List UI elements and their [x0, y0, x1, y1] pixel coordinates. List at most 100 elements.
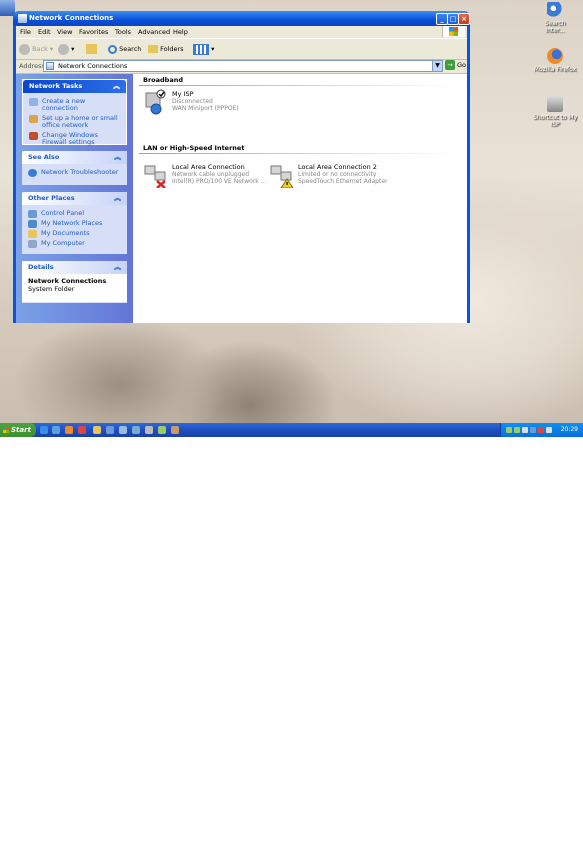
group-lan-title: LAN or High-Speed Internet: [143, 144, 245, 152]
broadband-connection-icon: [143, 89, 169, 115]
windows-logo-icon: [442, 26, 465, 37]
menu-view[interactable]: View: [57, 28, 72, 36]
quicklaunch-app-icon[interactable]: [106, 426, 114, 434]
tray-network-icon[interactable]: [514, 427, 520, 433]
forward-button[interactable]: ▾: [58, 42, 74, 56]
search-icon: [547, 2, 563, 18]
taskbar: Start classiccar.3xforum.ro 20:29: [0, 423, 583, 857]
folders-icon: [148, 45, 158, 53]
address-input[interactable]: Network Connections ▼: [43, 60, 443, 72]
search-button[interactable]: Search: [108, 42, 141, 56]
connection-local-area[interactable]: Local Area Connection Network cable unpl…: [143, 162, 273, 192]
views-button[interactable]: ▾: [193, 42, 214, 56]
quicklaunch-firefox-icon[interactable]: [65, 426, 73, 434]
quicklaunch-app-icon[interactable]: [158, 426, 166, 434]
system-tray: 20:29: [500, 423, 583, 437]
taskbar-clock: 20:29: [560, 426, 578, 433]
menu-help[interactable]: Help: [173, 28, 188, 36]
go-button[interactable]: → Go: [445, 60, 466, 70]
link-my-documents[interactable]: My Documents: [28, 230, 121, 238]
see-also-panel: See Also ︽ Network Troubleshooter: [22, 151, 127, 185]
details-type: System Folder: [28, 285, 75, 293]
group-divider: [139, 153, 459, 154]
desktop-icon-search[interactable]: Search Inter...: [530, 2, 580, 34]
back-arrow-icon: [19, 43, 30, 55]
see-also-header[interactable]: See Also ︽: [22, 151, 127, 164]
quicklaunch-app-icon[interactable]: [119, 426, 127, 434]
desktop-icon-label: Mozilla Firefox: [533, 66, 577, 73]
address-bar: Address Network Connections ▼ → Go: [16, 59, 467, 74]
menu-bar: File Edit View Favorites Tools Advanced …: [16, 26, 467, 37]
tray-app-icon[interactable]: [530, 427, 536, 433]
up-folder-button[interactable]: [86, 42, 97, 56]
menu-tools[interactable]: Tools: [115, 28, 131, 36]
link-network-troubleshooter[interactable]: Network Troubleshooter: [28, 169, 121, 177]
title-bar[interactable]: Network Connections _ □ ×: [13, 11, 470, 26]
desktop-icon-firefox[interactable]: Mozilla Firefox: [530, 48, 580, 73]
quicklaunch-app-icon[interactable]: [145, 426, 153, 434]
quicklaunch-app-icon[interactable]: [93, 426, 101, 434]
task-pane: Network Tasks ︽ Create a new connection …: [16, 74, 133, 323]
group-divider: [139, 85, 459, 86]
home-network-icon: [29, 115, 38, 123]
other-places-header[interactable]: Other Places ︽: [22, 192, 127, 205]
search-icon: [108, 44, 117, 54]
go-arrow-icon: →: [445, 60, 455, 70]
menu-file[interactable]: File: [20, 28, 31, 36]
quicklaunch-app-icon[interactable]: [78, 426, 86, 434]
link-my-computer[interactable]: My Computer: [28, 240, 121, 248]
address-label: Address: [19, 62, 45, 70]
documents-icon: [28, 230, 37, 238]
close-button[interactable]: ×: [458, 13, 470, 25]
menu-edit[interactable]: Edit: [38, 28, 51, 36]
task-create-connection[interactable]: Create a new connection: [29, 98, 120, 112]
other-places-panel: Other Places ︽ Control Panel My Network …: [22, 192, 127, 254]
address-dropdown-icon[interactable]: ▼: [432, 61, 442, 71]
collapse-chevron-icon[interactable]: ︽: [114, 261, 121, 274]
task-home-network[interactable]: Set up a home or small office network: [29, 115, 120, 129]
tray-network-icon[interactable]: [506, 427, 512, 433]
tray-volume-icon[interactable]: [546, 427, 552, 433]
menu-advanced[interactable]: Advanced: [138, 28, 170, 36]
forward-arrow-icon: [58, 43, 69, 55]
firewall-icon: [29, 132, 38, 140]
quicklaunch-browser-icon[interactable]: [40, 426, 48, 434]
up-folder-icon: [86, 44, 97, 54]
watermark-text: classiccar.3xforum.ro: [200, 847, 307, 857]
start-button[interactable]: Start: [0, 423, 36, 437]
link-my-network-places[interactable]: My Network Places: [28, 220, 121, 228]
back-button[interactable]: Back ▾: [19, 42, 53, 56]
collapse-chevron-icon[interactable]: ︽: [114, 151, 121, 164]
task-firewall-settings[interactable]: Change Windows Firewall settings: [29, 132, 120, 146]
quicklaunch-media-icon[interactable]: [52, 426, 60, 434]
quicklaunch-app-icon[interactable]: [132, 426, 140, 434]
details-panel: Details ︽ Network Connections System Fol…: [22, 261, 127, 303]
tray-security-icon[interactable]: [538, 427, 544, 433]
toolbar: Back ▾ ▾ Search Folders ▾: [16, 38, 467, 60]
network-connections-window: Network Connections _ □ × File Edit View…: [13, 11, 470, 323]
connection-my-isp[interactable]: My ISP Disconnected WAN Miniport (PPPOE): [143, 89, 273, 119]
group-broadband-title: Broadband: [143, 76, 183, 84]
computer-icon: [28, 240, 37, 248]
views-icon: [193, 43, 209, 55]
menu-favorites[interactable]: Favorites: [79, 28, 108, 36]
windows-flag-icon: [3, 427, 9, 433]
quicklaunch-app-icon[interactable]: [171, 426, 179, 434]
tray-app-icon[interactable]: [522, 427, 528, 433]
network-tasks-panel: Network Tasks ︽ Create a new connection …: [22, 79, 127, 146]
connections-view: Broadband My ISP Disconnected WAN Minipo…: [136, 74, 467, 323]
window-title: Network Connections: [29, 14, 114, 22]
network-tasks-header[interactable]: Network Tasks ︽: [23, 80, 126, 93]
help-icon: [28, 169, 37, 177]
window-client: File Edit View Favorites Tools Advanced …: [16, 26, 467, 323]
collapse-chevron-icon[interactable]: ︽: [113, 80, 120, 93]
new-connection-icon: [29, 98, 38, 106]
link-control-panel[interactable]: Control Panel: [28, 210, 121, 218]
connection-local-area-2[interactable]: Local Area Connection 2 Limited or no co…: [269, 162, 399, 192]
folders-button[interactable]: Folders: [148, 42, 184, 56]
details-header[interactable]: Details ︽: [22, 261, 127, 274]
desktop-icon-my-isp-shortcut[interactable]: Shortcut to My ISP: [530, 96, 580, 128]
collapse-chevron-icon[interactable]: ︽: [114, 192, 121, 205]
address-value: Network Connections: [58, 62, 128, 70]
details-name: Network Connections: [28, 277, 107, 285]
